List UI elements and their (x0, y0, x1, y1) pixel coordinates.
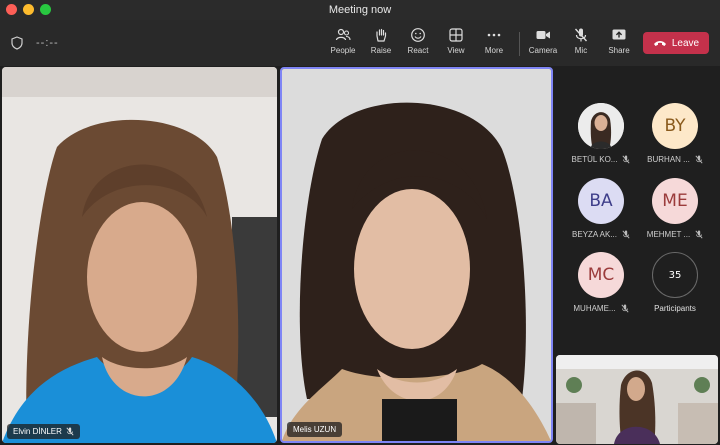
view-button[interactable]: View (436, 27, 476, 61)
mic-off-icon (695, 230, 703, 239)
camera-button[interactable]: Camera (523, 27, 563, 61)
gallery-name-row: MUHAME... (573, 304, 629, 313)
people-button[interactable]: People (323, 27, 363, 61)
window-controls (6, 4, 51, 15)
avatar: BA (578, 178, 624, 224)
shield-icon[interactable] (11, 36, 23, 50)
participant-count: 35 (668, 269, 682, 281)
share-label: Share (608, 46, 630, 55)
mic-off-icon (574, 28, 588, 42)
avatar-initials: ME (662, 191, 688, 211)
participant-name: Melis UZUN (293, 425, 337, 434)
gallery-name: BEYZA AK... (572, 230, 617, 239)
leave-button[interactable]: Leave (643, 32, 709, 54)
more-dots-icon (487, 33, 501, 37)
view-label: View (447, 46, 465, 55)
mic-off-icon (621, 304, 629, 313)
grid-view-icon (449, 28, 463, 42)
gallery-name-row: MEHMET ... (647, 230, 703, 239)
react-button[interactable]: React (398, 27, 438, 61)
gallery-name-row: BETÜL KO... (572, 155, 631, 164)
participant-photo (578, 103, 624, 149)
participant-video-left[interactable]: Elvin DİNLER (2, 67, 277, 443)
share-button[interactable]: Share (599, 27, 639, 61)
gallery-name: BURHAN ... (647, 155, 690, 164)
more-button[interactable]: More (474, 27, 514, 61)
leave-label: Leave (671, 37, 700, 49)
participant-name-tag: Melis UZUN (287, 422, 343, 437)
people-icon (335, 28, 351, 41)
avatar (578, 103, 624, 149)
avatar: MC (578, 252, 624, 298)
gallery-participant[interactable]: BY BURHAN ... (645, 103, 705, 175)
gallery-name-row: BURHAN ... (647, 155, 703, 164)
mic-button[interactable]: Mic (561, 27, 601, 61)
avatar-initials: MC (587, 265, 615, 285)
participant-count-badge: 35 (652, 252, 698, 298)
gallery-name-row: BEYZA AK... (572, 230, 630, 239)
gallery-participant[interactable]: MC MUHAME... (571, 252, 631, 324)
people-label: People (330, 46, 356, 55)
meeting-toolbar: --:-- People Raise React View More Camer… (0, 20, 720, 66)
mic-label: Mic (574, 46, 588, 55)
meeting-timer: --:-- (36, 37, 59, 49)
avatar: ME (652, 178, 698, 224)
avatar-initials: BA (589, 191, 613, 211)
minimize-window-button[interactable] (23, 4, 34, 15)
video-feed-left (2, 67, 277, 443)
smiley-icon (411, 28, 425, 42)
mic-off-icon (622, 155, 631, 164)
share-screen-icon (612, 29, 626, 40)
avatar: BY (652, 103, 698, 149)
raise-hand-button[interactable]: Raise (361, 27, 401, 61)
gallery-name: MEHMET ... (646, 230, 691, 239)
window-title: Meeting now (328, 4, 392, 16)
self-video-feed (556, 355, 718, 444)
self-view-video[interactable] (556, 355, 718, 444)
hang-up-icon (653, 41, 666, 46)
participant-name-tag: Elvin DİNLER (7, 424, 80, 439)
camera-label: Camera (528, 46, 558, 55)
react-label: React (407, 46, 429, 55)
zoom-window-button[interactable] (40, 4, 51, 15)
hand-icon (376, 28, 387, 42)
gallery-participant[interactable]: ME MEHMET ... (645, 178, 705, 250)
participant-video-center[interactable]: Melis UZUN (280, 67, 553, 443)
participants-label: Participants (654, 304, 696, 313)
mic-off-icon (66, 427, 74, 436)
close-window-button[interactable] (6, 4, 17, 15)
mic-off-icon (622, 230, 630, 239)
gallery-name-row: Participants (654, 304, 696, 313)
more-label: More (484, 46, 504, 55)
avatar-initials: BY (664, 116, 686, 136)
title-bar: Meeting now (0, 0, 720, 20)
participant-name: Elvin DİNLER (13, 427, 62, 436)
camera-icon (536, 31, 550, 39)
gallery-participant[interactable]: BETÜL KO... (571, 103, 631, 175)
gallery-name: MUHAME... (573, 304, 616, 313)
participants-overflow[interactable]: 35 Participants (645, 252, 705, 324)
toolbar-divider (519, 32, 520, 56)
video-feed-center (282, 69, 551, 441)
raise-label: Raise (370, 46, 392, 55)
gallery-name: BETÜL KO... (571, 155, 618, 164)
mic-off-icon (695, 155, 703, 164)
gallery-participant[interactable]: BA BEYZA AK... (571, 178, 631, 250)
